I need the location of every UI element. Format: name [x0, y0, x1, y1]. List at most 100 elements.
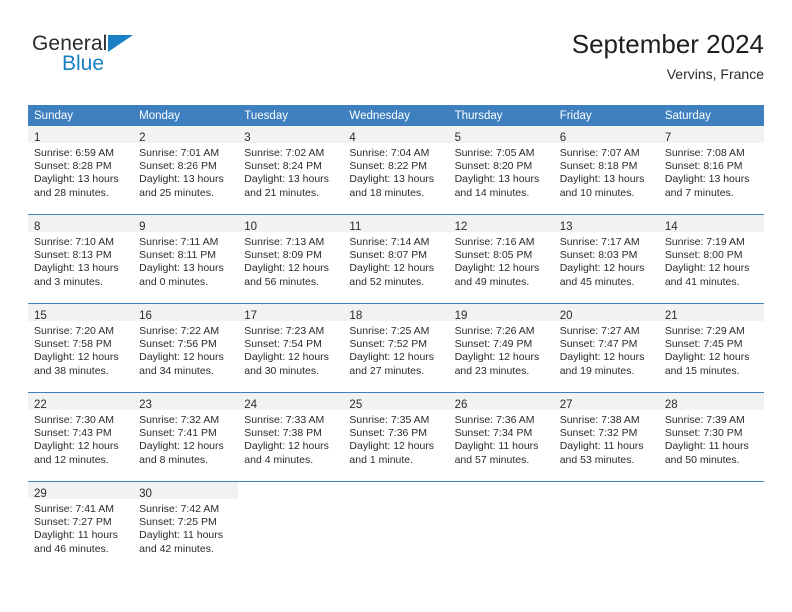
day-cell[interactable]: 30 Sunrise: 7:42 AM Sunset: 7:25 PM Dayligh… — [133, 482, 239, 570]
day-detail-line: Daylight: 12 hours — [559, 262, 645, 275]
day-cell[interactable]: 23 Sunrise: 7:32 AM Sunset: 7:41 PM Dayligh… — [133, 393, 239, 481]
day-detail-line: and 21 minutes. — [244, 186, 319, 199]
day-cell[interactable]: 19 Sunrise: 7:26 AM Sunset: 7:49 PM Dayligh… — [448, 304, 554, 392]
brand-logo[interactable]: General Blue — [32, 32, 252, 82]
day-number-band — [343, 482, 448, 499]
day-detail-line: Sunset: 7:43 PM — [34, 427, 112, 440]
calendar-cell: 15 Sunrise: 7:20 AM Sunset: 7:58 PM Dayligh… — [28, 303, 134, 393]
day-cell[interactable]: 29 Sunrise: 7:41 AM Sunset: 7:27 PM Dayligh… — [28, 482, 134, 570]
day-cell[interactable]: 15 Sunrise: 7:20 AM Sunset: 7:58 PM Dayligh… — [28, 304, 134, 392]
calendar-cell: 10 Sunrise: 7:13 AM Sunset: 8:09 PM Dayligh… — [238, 214, 344, 304]
day-detail-line: Sunset: 7:52 PM — [349, 338, 428, 351]
day-cell[interactable]: 16 Sunrise: 7:22 AM Sunset: 7:56 PM Dayligh… — [133, 304, 239, 392]
day-number: 26 — [454, 399, 468, 411]
day-detail-line: Sunset: 7:34 PM — [454, 427, 533, 440]
day-cell[interactable]: 12 Sunrise: 7:16 AM Sunset: 8:05 PM Dayligh… — [448, 215, 554, 303]
day-cell[interactable]: 21 Sunrise: 7:29 AM Sunset: 7:45 PM Dayligh… — [658, 304, 764, 392]
day-cell[interactable]: 25 Sunrise: 7:35 AM Sunset: 7:36 PM Dayligh… — [343, 393, 449, 481]
day-cell[interactable]: 28 Sunrise: 7:39 AM Sunset: 7:30 PM Dayligh… — [658, 393, 764, 481]
day-cell[interactable]: 17 Sunrise: 7:23 AM Sunset: 7:54 PM Dayligh… — [238, 304, 344, 392]
day-detail-line: and 27 minutes. — [349, 364, 425, 377]
day-number: 22 — [34, 399, 47, 411]
calendar-cell: 6 Sunrise: 7:07 AM Sunset: 8:18 PM Daylight… — [553, 126, 659, 215]
day-detail-line: Daylight: 12 hours — [34, 351, 119, 364]
day-detail-line: Sunrise: 7:30 AM — [34, 414, 114, 426]
day-cell[interactable]: 20 Sunrise: 7:27 AM Sunset: 7:47 PM Dayligh… — [553, 304, 659, 392]
day-detail-line: Sunset: 7:41 PM — [139, 427, 217, 440]
day-cell[interactable]: 2 Sunrise: 7:01 AM Sunset: 8:26 PM Daylight… — [133, 126, 239, 214]
day-cell[interactable]: 22 Sunrise: 7:30 AM Sunset: 7:43 PM Dayligh… — [28, 393, 134, 481]
day-cell[interactable]: 4 Sunrise: 7:04 AM Sunset: 8:22 PM Daylight… — [343, 126, 449, 214]
day-details: Sunrise: 7:17 AM Sunset: 8:03 PM Daylight:… — [554, 232, 659, 289]
day-cell[interactable]: 13 Sunrise: 7:17 AM Sunset: 8:03 PM Dayligh… — [553, 215, 659, 303]
day-detail-line: Daylight: 12 hours — [349, 351, 435, 364]
day-detail-line: Sunrise: 7:07 AM — [559, 147, 640, 159]
calendar-cell: 9 Sunrise: 7:11 AM Sunset: 8:11 PM Daylight… — [133, 214, 239, 304]
calendar-cell: 29 Sunrise: 7:41 AM Sunset: 7:27 PM Dayligh… — [28, 481, 134, 570]
day-number-band: 14 — [658, 215, 764, 233]
day-detail-line: Daylight: 11 hours — [454, 440, 539, 453]
day-cell[interactable]: 3 Sunrise: 7:02 AM Sunset: 8:24 PM Daylight… — [238, 126, 344, 214]
day-cell-empty — [238, 482, 343, 570]
day-cell[interactable]: 7 Sunrise: 7:08 AM Sunset: 8:16 PM Daylight… — [658, 126, 764, 214]
day-detail-line: Sunset: 7:58 PM — [34, 338, 112, 351]
calendar-cell — [553, 481, 659, 570]
day-detail-line: and 8 minutes. — [139, 453, 209, 466]
day-detail-line: and 19 minutes. — [559, 364, 635, 377]
calendar-week-row: 15 Sunrise: 7:20 AM Sunset: 7:58 PM Dayligh… — [28, 303, 764, 393]
day-detail-line: and 3 minutes. — [34, 275, 103, 288]
day-details: Sunrise: 7:01 AM Sunset: 8:26 PM Daylight:… — [133, 143, 238, 200]
day-cell[interactable]: 8 Sunrise: 7:10 AM Sunset: 8:13 PM Daylight… — [28, 215, 134, 303]
day-detail-line: and 10 minutes. — [559, 186, 635, 199]
day-cell[interactable]: 27 Sunrise: 7:38 AM Sunset: 7:32 PM Dayligh… — [553, 393, 659, 481]
calendar-cell: 1 Sunrise: 6:59 AM Sunset: 8:28 PM Daylight… — [28, 126, 134, 215]
day-detail-line: Sunrise: 7:11 AM — [139, 236, 219, 248]
weekday-header-row: Sunday Monday Tuesday Wednesday Thursday… — [28, 105, 764, 126]
day-cell[interactable]: 6 Sunrise: 7:07 AM Sunset: 8:18 PM Daylight… — [553, 126, 659, 214]
day-detail-line: Sunset: 8:03 PM — [559, 249, 638, 262]
day-detail-line: Sunset: 7:54 PM — [244, 338, 322, 351]
day-details: Sunrise: 7:27 AM Sunset: 7:47 PM Daylight:… — [554, 321, 659, 378]
day-details: Sunrise: 7:22 AM Sunset: 7:56 PM Daylight:… — [133, 321, 238, 378]
day-details: Sunrise: 7:13 AM Sunset: 8:09 PM Daylight:… — [238, 232, 343, 289]
calendar-cell — [238, 481, 344, 570]
calendar-cell: 4 Sunrise: 7:04 AM Sunset: 8:22 PM Daylight… — [343, 126, 449, 215]
day-details: Sunrise: 7:16 AM Sunset: 8:05 PM Daylight:… — [449, 232, 554, 289]
day-details: Sunrise: 7:42 AM Sunset: 7:25 PM Daylight:… — [133, 499, 238, 556]
day-cell[interactable]: 26 Sunrise: 7:36 AM Sunset: 7:34 PM Dayligh… — [448, 393, 554, 481]
day-detail-line: Sunset: 8:18 PM — [559, 160, 638, 173]
day-cell[interactable]: 24 Sunrise: 7:33 AM Sunset: 7:38 PM Dayligh… — [238, 393, 344, 481]
day-number-band: 26 — [448, 393, 554, 411]
day-cell[interactable]: 11 Sunrise: 7:14 AM Sunset: 8:07 PM Dayligh… — [343, 215, 449, 303]
day-number: 30 — [139, 488, 152, 500]
day-detail-line: Sunrise: 7:14 AM — [349, 236, 430, 248]
calendar-cell: 28 Sunrise: 7:39 AM Sunset: 7:30 PM Dayligh… — [658, 392, 764, 482]
day-number-band — [238, 482, 343, 499]
calendar-cell: 3 Sunrise: 7:02 AM Sunset: 8:24 PM Daylight… — [238, 126, 344, 215]
day-details — [449, 499, 554, 503]
day-cell[interactable]: 9 Sunrise: 7:11 AM Sunset: 8:11 PM Daylight… — [133, 215, 239, 303]
day-cell[interactable]: 10 Sunrise: 7:13 AM Sunset: 8:09 PM Dayligh… — [238, 215, 344, 303]
day-details: Sunrise: 7:33 AM Sunset: 7:38 PM Daylight:… — [238, 410, 343, 467]
day-number-band: 27 — [553, 393, 659, 411]
day-detail-line: Daylight: 13 hours — [244, 173, 329, 186]
weekday-header-sunday: Sunday — [28, 105, 134, 126]
day-number: 21 — [664, 310, 678, 322]
calendar-cell: 2 Sunrise: 7:01 AM Sunset: 8:26 PM Daylight… — [133, 126, 239, 215]
day-number: 16 — [139, 310, 152, 322]
day-cell[interactable]: 18 Sunrise: 7:25 AM Sunset: 7:52 PM Dayligh… — [343, 304, 449, 392]
day-detail-line: Sunset: 7:25 PM — [139, 516, 217, 529]
day-number-band: 4 — [343, 126, 449, 144]
calendar-week-row: 29 Sunrise: 7:41 AM Sunset: 7:27 PM Dayligh… — [28, 481, 764, 570]
day-detail-line: Sunrise: 7:39 AM — [664, 414, 745, 426]
day-cell[interactable]: 14 Sunrise: 7:19 AM Sunset: 8:00 PM Dayligh… — [658, 215, 764, 303]
day-cell[interactable]: 5 Sunrise: 7:05 AM Sunset: 8:20 PM Daylight… — [448, 126, 554, 214]
day-details — [343, 499, 448, 503]
day-detail-line: Sunrise: 7:27 AM — [559, 325, 640, 337]
day-detail-line: Sunrise: 7:05 AM — [454, 147, 535, 159]
day-detail-line: Sunrise: 7:22 AM — [139, 325, 220, 337]
day-number-band: 28 — [658, 393, 764, 411]
day-details: Sunrise: 7:29 AM Sunset: 7:45 PM Daylight:… — [659, 321, 764, 378]
day-detail-line: Daylight: 12 hours — [34, 440, 119, 453]
day-cell[interactable]: 1 Sunrise: 6:59 AM Sunset: 8:28 PM Daylight… — [28, 126, 134, 214]
